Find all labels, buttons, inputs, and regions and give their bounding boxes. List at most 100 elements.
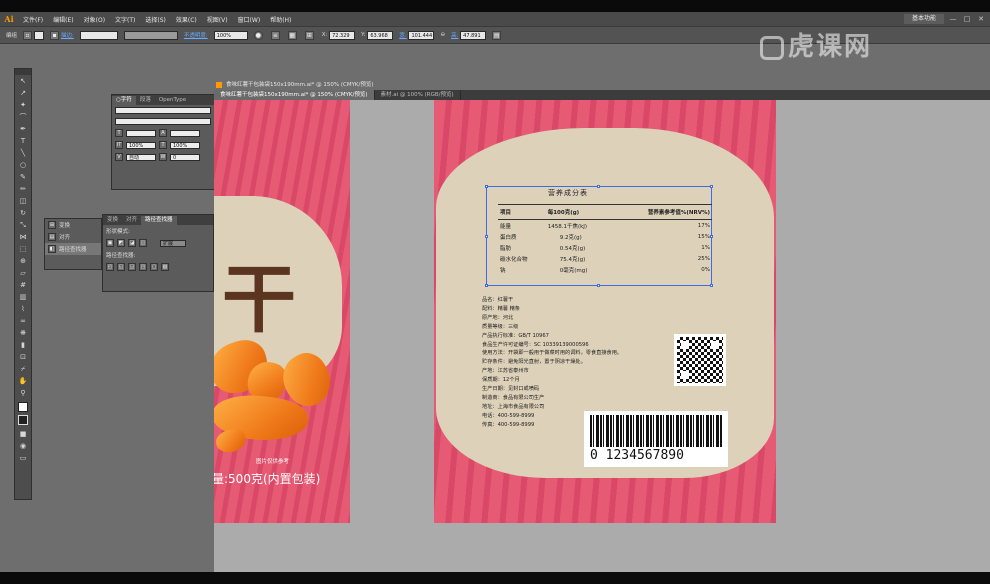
pencil-tool-icon[interactable]: ✏ — [15, 183, 31, 195]
menu-type[interactable]: 文字(T) — [110, 15, 140, 24]
fill-color-swatch[interactable] — [18, 402, 28, 412]
unite-icon[interactable]: ▣ — [106, 239, 114, 247]
minimize-button[interactable]: — — [948, 15, 958, 23]
tab-align[interactable]: 对齐 — [122, 216, 141, 225]
perspective-grid-tool-icon[interactable]: ▱ — [15, 267, 31, 279]
rotate-tool-icon[interactable]: ↻ — [15, 207, 31, 219]
menu-view[interactable]: 视图(V) — [202, 15, 233, 24]
menu-window[interactable]: 窗口(W) — [233, 15, 266, 24]
font-style-field[interactable] — [115, 118, 211, 125]
crop-icon[interactable]: ◳ — [139, 263, 147, 271]
eraser-tool-icon[interactable]: ◫ — [15, 195, 31, 207]
width-tool-icon[interactable]: ⋈ — [15, 231, 31, 243]
fill-control[interactable]: ▫ — [23, 30, 45, 40]
trim-icon[interactable]: ◱ — [117, 263, 125, 271]
type-tool-icon[interactable]: T — [15, 135, 31, 147]
reference-point-icon[interactable]: ⊞ — [304, 30, 316, 40]
ellipse-tool-icon[interactable]: ○ — [15, 159, 31, 171]
blend-tool-icon[interactable]: ∞ — [15, 315, 31, 327]
canvas-area[interactable]: 干 图片仅供参考 量:500克(内置包装) 营养成分表 项目 每100克(g) … — [214, 100, 990, 572]
symbol-sprayer-tool-icon[interactable]: ❋ — [15, 327, 31, 339]
height-field[interactable]: 高: 47.891 — [451, 30, 487, 40]
artboard-tool-icon[interactable]: ⊡ — [15, 351, 31, 363]
artboard-back[interactable]: 营养成分表 项目 每100克(g) 营养素参考值%(NRV%) 能量 1458.1… — [434, 100, 776, 523]
more-options-icon[interactable]: ▤ — [492, 30, 503, 40]
width-field[interactable]: 宽: 101.444 — [399, 30, 435, 40]
selection-handle[interactable] — [597, 284, 600, 287]
zoom-tool-icon[interactable]: ⚲ — [15, 387, 31, 399]
merge-icon[interactable]: ◲ — [128, 263, 136, 271]
stroke-weight-field[interactable] — [79, 30, 118, 40]
hand-tool-icon[interactable]: ✋ — [15, 375, 31, 387]
brush-field[interactable] — [123, 30, 178, 40]
horizontal-scale-field[interactable]: 100% — [170, 141, 200, 149]
outline-icon[interactable]: ▢ — [150, 263, 158, 271]
artboard-front[interactable]: 干 图片仅供参考 量:500克(内置包装) — [214, 100, 350, 523]
selection-handle[interactable] — [485, 284, 488, 287]
selection-handle[interactable] — [710, 284, 713, 287]
column-graph-tool-icon[interactable]: ▮ — [15, 339, 31, 351]
leading-field[interactable] — [170, 129, 200, 137]
slice-tool-icon[interactable]: ⌿ — [15, 363, 31, 375]
direct-selection-tool-icon[interactable]: ↗ — [15, 87, 31, 99]
kerning-field[interactable]: 自动 — [126, 153, 156, 161]
selection-handle[interactable] — [485, 185, 488, 188]
tab-pathfinder[interactable]: 路径查找器 — [141, 216, 177, 225]
minus-back-icon[interactable]: ▧ — [161, 263, 169, 271]
x-field[interactable]: X: 72.329 — [322, 30, 356, 40]
align-icon[interactable]: ≡ — [270, 30, 282, 40]
shape-builder-tool-icon[interactable]: ⊕ — [15, 255, 31, 267]
scale-tool-icon[interactable]: ⤡ — [15, 219, 31, 231]
opacity-field[interactable]: 100% — [213, 30, 248, 40]
pen-tool-icon[interactable]: ✒ — [15, 123, 31, 135]
menu-effect[interactable]: 效果(C) — [171, 15, 202, 24]
y-field[interactable]: Y: 63.968 — [361, 30, 394, 40]
transform-icon[interactable]: ▦ — [287, 30, 299, 40]
gradient-tool-icon[interactable]: ▥ — [15, 291, 31, 303]
stroke-color-swatch[interactable] — [18, 415, 28, 425]
selection-handle[interactable] — [485, 235, 488, 238]
dock-item-pathfinder[interactable]: ◧ 路径查找器 — [45, 243, 101, 255]
selection-handle[interactable] — [710, 185, 713, 188]
tab-document-main[interactable]: 食味红薯干包装袋150x190mm.ai* @ 150% (CMYK/预览) — [214, 90, 375, 100]
minus-front-icon[interactable]: ◩ — [117, 239, 125, 247]
selection-tool-icon[interactable]: ↖ — [15, 75, 31, 87]
exclude-icon[interactable]: ◫ — [139, 239, 147, 247]
stroke-control[interactable]: ▪ 描边: — [50, 30, 74, 40]
tab-document-assets[interactable]: 素材.ai @ 100% (RGB/预览) — [375, 90, 461, 100]
menu-select[interactable]: 选择(S) — [140, 15, 171, 24]
tab-character[interactable]: ○字符 — [112, 96, 136, 105]
menu-object[interactable]: 对象(O) — [79, 15, 110, 24]
tracking-field[interactable]: 0 — [170, 153, 200, 161]
font-family-field[interactable] — [115, 107, 211, 114]
intersect-icon[interactable]: ◪ — [128, 239, 136, 247]
color-mode-icon[interactable]: ■ — [15, 428, 31, 440]
expand-button[interactable]: 扩展 — [160, 239, 186, 247]
font-size-field[interactable] — [126, 129, 156, 137]
style-icon[interactable]: ● — [253, 30, 265, 40]
draw-mode-icon[interactable]: ◉ — [15, 440, 31, 452]
paintbrush-tool-icon[interactable]: ✎ — [15, 171, 31, 183]
dock-item-align[interactable]: ▤ 对齐 — [45, 231, 101, 243]
lasso-tool-icon[interactable]: ⌒ — [15, 111, 31, 123]
divide-icon[interactable]: ◰ — [106, 263, 114, 271]
mesh-tool-icon[interactable]: # — [15, 279, 31, 291]
tab-paragraph[interactable]: 段落 — [136, 96, 155, 105]
menu-help[interactable]: 帮助(H) — [265, 15, 296, 24]
selection-handle[interactable] — [597, 185, 600, 188]
magic-wand-tool-icon[interactable]: ✦ — [15, 99, 31, 111]
close-button[interactable]: ✕ — [976, 15, 986, 23]
maximize-button[interactable]: □ — [962, 15, 972, 23]
screen-mode-icon[interactable]: ▭ — [15, 452, 31, 464]
constrain-link-icon[interactable]: ⊖ — [440, 32, 445, 38]
menu-edit[interactable]: 编辑(E) — [48, 15, 78, 24]
tab-transform[interactable]: 变换 — [103, 216, 122, 225]
vertical-scale-field[interactable]: 100% — [126, 141, 156, 149]
eyedropper-tool-icon[interactable]: ⌇ — [15, 303, 31, 315]
dock-item-transform[interactable]: ⊞ 变换 — [45, 219, 101, 231]
workspace-switcher[interactable]: 基本功能 — [903, 14, 944, 24]
menu-file[interactable]: 文件(F) — [18, 15, 48, 24]
stroke-label[interactable]: 描边: — [61, 31, 74, 39]
line-tool-icon[interactable]: ╲ — [15, 147, 31, 159]
opacity-label[interactable]: 不透明度: — [184, 31, 208, 39]
